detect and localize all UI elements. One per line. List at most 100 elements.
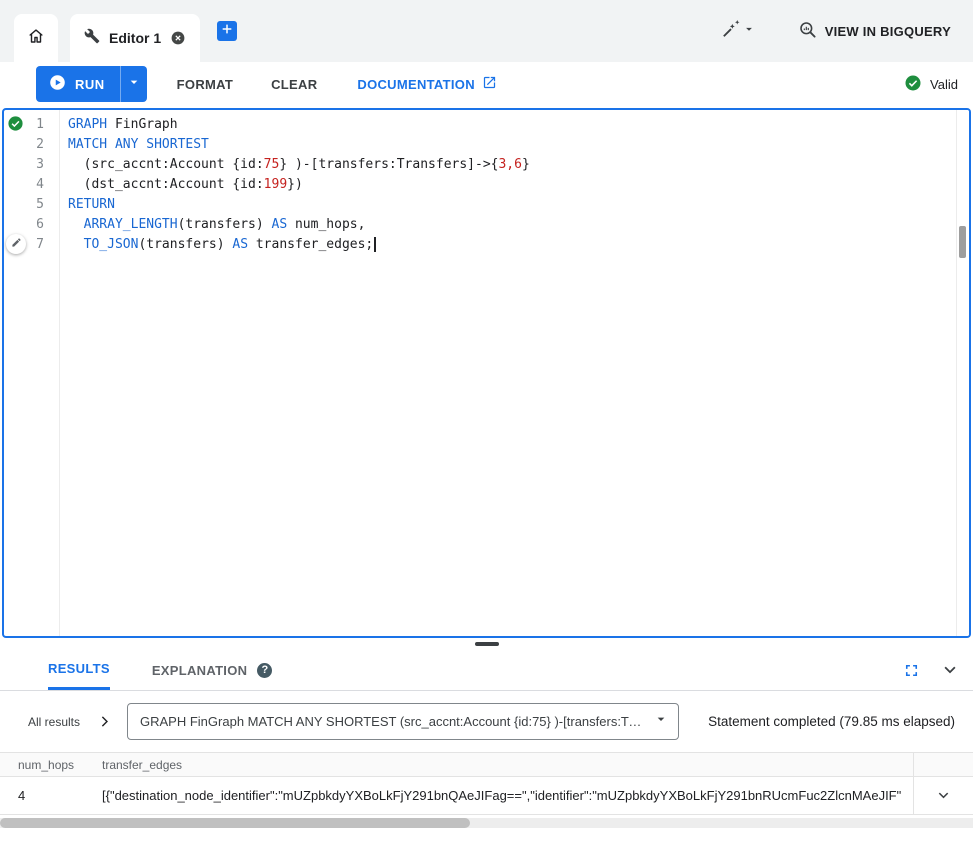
top-tab-bar: Editor 1 VIEW IN BIGQUERY [0, 0, 973, 62]
code-lines: GRAPH FinGraph MATCH ANY SHORTEST (src_ac… [68, 115, 969, 255]
code-token: FinGraph [107, 117, 177, 132]
line-number: 2 [4, 135, 59, 155]
valid-check-icon [904, 74, 922, 95]
home-tab[interactable] [14, 14, 58, 62]
format-button[interactable]: FORMAT [177, 77, 233, 92]
statement-status: Statement completed (79.85 ms elapsed) [708, 714, 973, 729]
row-expand-cell [913, 777, 973, 814]
code-token: ARRAY_LENGTH [84, 217, 178, 232]
line-number: 4 [4, 175, 59, 195]
code-token: } [522, 157, 530, 172]
code-token: (dst_accnt:Account {id: [68, 177, 264, 192]
dropdown-caret-icon [653, 711, 669, 732]
line-number: 5 [4, 195, 59, 215]
code-line[interactable]: MATCH ANY SHORTEST [68, 135, 969, 155]
panel-divider [0, 638, 973, 650]
query-valid-check-icon [7, 115, 24, 132]
external-link-icon [482, 75, 497, 93]
code-token: RETURN [68, 197, 115, 212]
table-header-cell: transfer_edges [102, 753, 913, 776]
clear-button[interactable]: CLEAR [271, 77, 317, 92]
code-token: } )-[transfers:Transfers]->{ [279, 157, 498, 172]
code-token: transfer_edges; [248, 237, 373, 252]
run-options-caret[interactable] [121, 66, 147, 102]
assist-pen-button[interactable] [6, 234, 26, 254]
tab-editor-1[interactable]: Editor 1 [70, 14, 200, 62]
line-number: 6 [4, 215, 59, 235]
code-token: AS [232, 237, 248, 252]
bigquery-icon [798, 20, 817, 42]
table-cell-transfer-edges: [{"destination_node_identifier":"mUZpbkd… [102, 777, 913, 814]
line-number: 3 [4, 155, 59, 175]
play-circle-icon [48, 73, 67, 95]
row-expand-chevron-icon[interactable] [934, 786, 953, 805]
code-token [68, 237, 84, 252]
editor-toolbar: RUN FORMAT CLEAR DOCUMENTATION Valid [0, 62, 973, 106]
tab-results[interactable]: RESULTS [48, 650, 110, 690]
results-tab-bar: RESULTS EXPLANATION ? [0, 650, 973, 691]
code-line[interactable]: TO_JSON(transfers) AS transfer_edges; [68, 235, 969, 255]
code-line[interactable]: ARRAY_LENGTH(transfers) AS num_hops, [68, 215, 969, 235]
scrollbar-handle[interactable] [0, 818, 470, 828]
code-line[interactable]: RETURN [68, 195, 969, 215]
table-cell-num-hops: 4 [0, 777, 102, 814]
home-icon [26, 26, 46, 51]
table-header-row: num_hops transfer_edges [0, 752, 973, 777]
code-editor[interactable]: GRAPH FinGraph MATCH ANY SHORTEST (src_ac… [60, 110, 969, 636]
table-header-expand-column [913, 753, 973, 776]
code-line[interactable]: (src_accnt:Account {id:75} )-[transfers:… [68, 155, 969, 175]
documentation-label: DOCUMENTATION [357, 77, 475, 92]
run-button[interactable]: RUN [36, 66, 121, 102]
chevron-down-icon [742, 22, 756, 41]
query-dropdown[interactable]: GRAPH FinGraph MATCH ANY SHORTEST (src_a… [127, 703, 679, 740]
text-cursor [374, 237, 376, 252]
valid-label: Valid [930, 77, 958, 92]
sql-editor[interactable]: 1234567 GRAPH FinGraph MATCH ANY SHORTEST… [2, 108, 971, 638]
build-wrench-icon [84, 28, 100, 49]
code-token: TO_JSON [84, 237, 139, 252]
plus-icon [219, 21, 235, 42]
view-in-bigquery-label: VIEW IN BIGQUERY [825, 24, 951, 39]
code-token: 199 [264, 177, 287, 192]
results-controls: All results GRAPH FinGraph MATCH ANY SHO… [0, 691, 973, 752]
code-line[interactable]: (dst_accnt:Account {id:199}) [68, 175, 969, 195]
help-icon[interactable]: ? [257, 663, 272, 678]
editor-gutter: 1234567 [4, 110, 60, 636]
fullscreen-icon[interactable] [902, 661, 921, 680]
code-token: 75 [264, 157, 280, 172]
tab-explanation[interactable]: EXPLANATION [152, 650, 248, 690]
code-token: (transfers) [178, 217, 272, 232]
code-token: (src_accnt:Account {id: [68, 157, 264, 172]
results-table: num_hops transfer_edges 4 [{"destination… [0, 752, 973, 828]
code-token: (transfers) [138, 237, 232, 252]
assist-pen-icon [11, 235, 22, 253]
run-split-button: RUN [36, 66, 147, 102]
resize-drag-handle[interactable] [475, 642, 499, 646]
topbar-right: VIEW IN BIGQUERY [721, 0, 951, 62]
collapse-panel-chevron-icon[interactable] [939, 659, 961, 681]
documentation-link[interactable]: DOCUMENTATION [357, 75, 497, 93]
scrollbar-handle[interactable] [959, 226, 966, 258]
validity-status: Valid [904, 74, 973, 95]
tab-close-icon[interactable] [170, 30, 186, 46]
code-token: 3,6 [498, 157, 521, 172]
table-header-cell: num_hops [0, 753, 102, 776]
magic-wand-icon [721, 19, 741, 44]
add-tab-button[interactable] [217, 21, 237, 41]
chevron-right-icon[interactable] [96, 713, 113, 730]
editor-vertical-scrollbar [956, 110, 969, 636]
code-token [68, 217, 84, 232]
chevron-down-icon [126, 74, 142, 95]
table-row: 4 [{"destination_node_identifier":"mUZpb… [0, 777, 973, 815]
code-token: MATCH ANY SHORTEST [68, 137, 209, 152]
code-token: GRAPH [68, 117, 107, 132]
code-line[interactable]: GRAPH FinGraph [68, 115, 969, 135]
query-dropdown-value: GRAPH FinGraph MATCH ANY SHORTEST (src_a… [140, 714, 645, 729]
magic-wand-menu-button[interactable] [721, 19, 756, 44]
run-label: RUN [75, 77, 105, 92]
table-horizontal-scrollbar [0, 818, 973, 828]
tab-label: Editor 1 [109, 30, 161, 46]
code-token: num_hops, [287, 217, 365, 232]
code-token: }) [287, 177, 303, 192]
view-in-bigquery-button[interactable]: VIEW IN BIGQUERY [798, 20, 951, 42]
